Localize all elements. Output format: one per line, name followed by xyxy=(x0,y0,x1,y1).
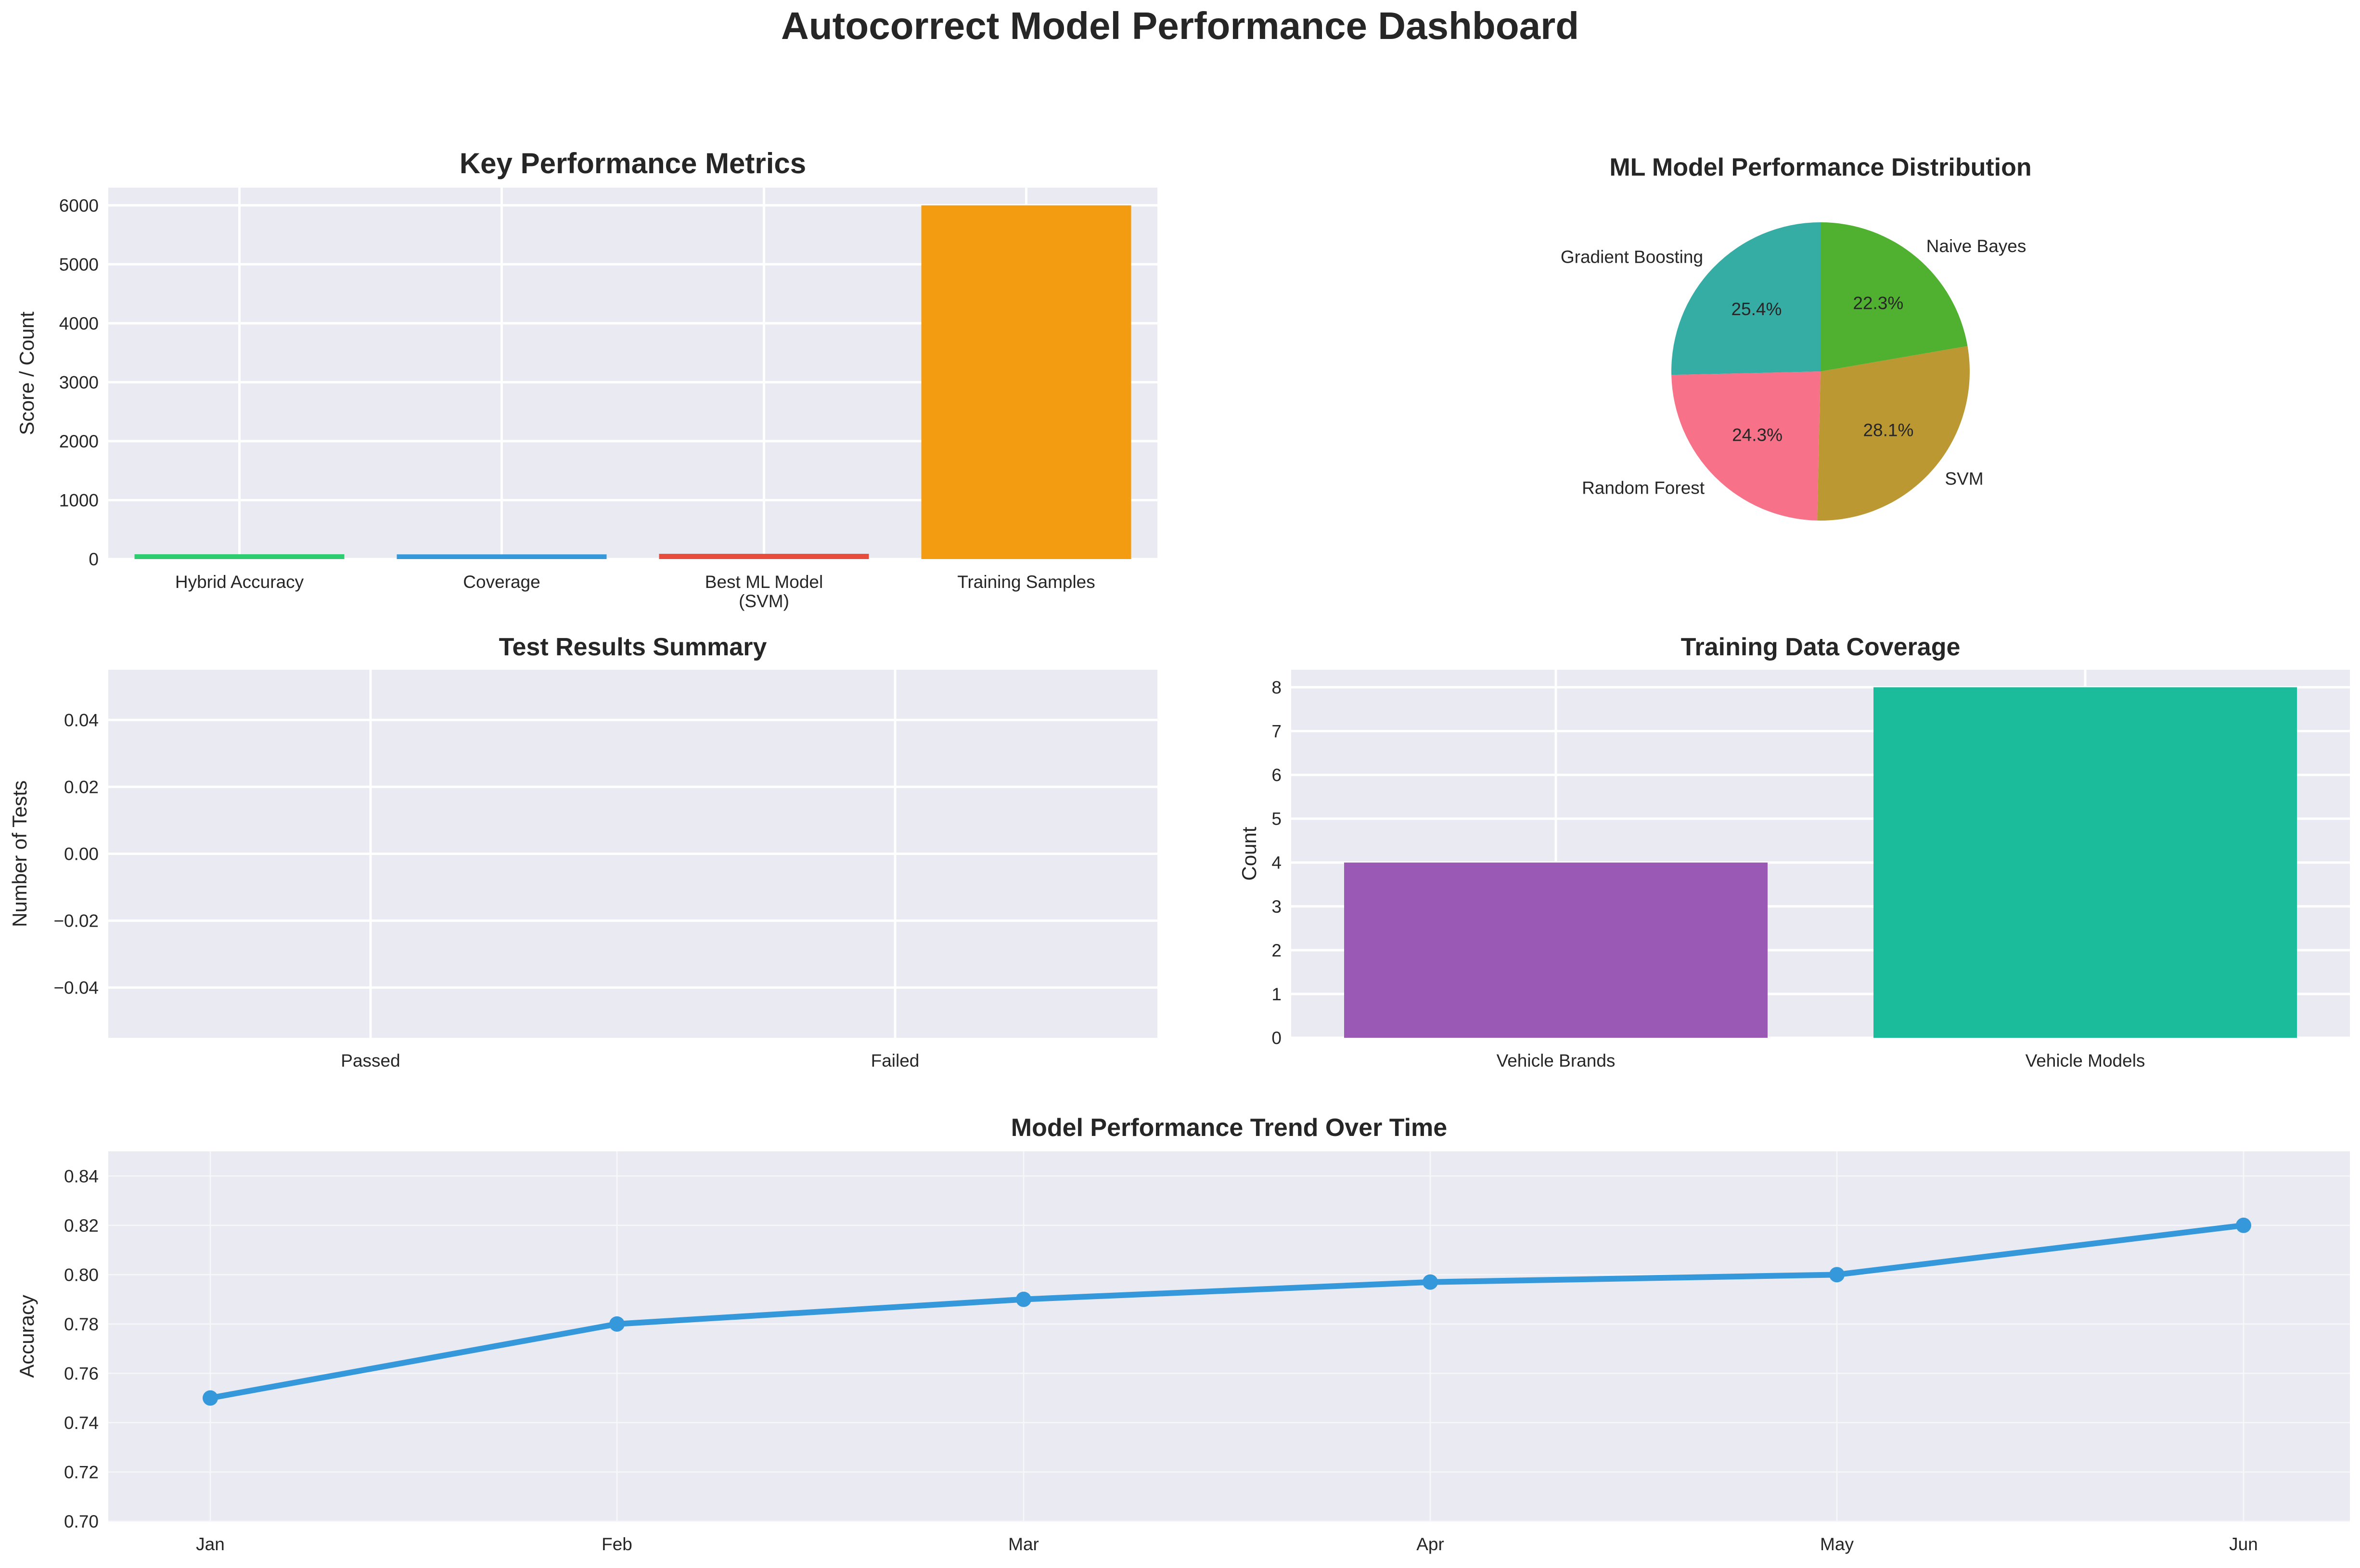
bar xyxy=(659,554,869,559)
y-tick-label: 5000 xyxy=(59,255,99,274)
y-tick-label: −0.04 xyxy=(53,978,99,998)
bar xyxy=(1344,862,1768,1038)
data_coverage-ylabel: Count xyxy=(1238,827,1260,880)
trend-point xyxy=(1423,1274,1438,1290)
y-tick-label: 3000 xyxy=(59,372,99,392)
x-tick-label: Mar xyxy=(1008,1534,1039,1554)
bar xyxy=(134,554,345,559)
x-tick-label: Jan xyxy=(196,1534,225,1554)
y-tick-label: 4000 xyxy=(59,314,99,333)
x-tick-label: Failed xyxy=(871,1051,920,1071)
pie-slice-label: Random Forest xyxy=(1582,478,1705,497)
trend-point xyxy=(203,1390,218,1406)
pie-pct-label: 22.3% xyxy=(1853,293,1903,313)
x-tick-label: Apr xyxy=(1416,1534,1444,1554)
trend-point xyxy=(1016,1291,1031,1307)
data_coverage-panel: 0 1 2 3 4 5 6 7 8 Training Data Coverage Count xyxy=(1238,633,2350,1048)
x-tick-label: Passed xyxy=(341,1051,400,1071)
key_metrics-title: Key Performance Metrics xyxy=(460,147,806,179)
bar xyxy=(397,554,607,559)
y-tick-label: 2000 xyxy=(59,432,99,451)
y-tick-label: 6 xyxy=(1271,765,1282,785)
pie-slice xyxy=(1671,222,1821,375)
key-metrics-chart: 0 1000 2000 3000 4000 5000 6000 Key Performance… xyxy=(8,147,2350,1554)
y-tick-label: 0.72 xyxy=(64,1462,99,1482)
bar xyxy=(1873,687,2297,1038)
y-tick-label: 8 xyxy=(1271,677,1282,697)
ml_distribution-title: ML Model Performance Distribution xyxy=(1609,153,2031,181)
x-tick-label: Coverage xyxy=(463,572,540,592)
y-tick-label: 0.04 xyxy=(64,710,99,730)
y-tick-label: 0 xyxy=(89,549,99,569)
x-tick-label: Jun xyxy=(2229,1534,2258,1554)
pie-pct-label: 28.1% xyxy=(1863,420,1913,440)
bar xyxy=(921,205,1131,559)
x-tick-label: Hybrid Accuracy xyxy=(175,572,304,592)
y-tick-label: 0.84 xyxy=(64,1166,99,1186)
y-tick-label: 0.80 xyxy=(64,1265,99,1285)
y-tick-label: 7 xyxy=(1271,722,1282,741)
ml_distribution-panel: ML Model Performance Distribution 25.4% Gr… xyxy=(1561,153,2032,521)
y-tick-label: 0.74 xyxy=(64,1413,99,1433)
x-tick-label: Vehicle Brands xyxy=(1497,1051,1616,1071)
test_results-panel: −0.04 −0.02 0.00 0.02 0.04 Test Results Summa… xyxy=(8,633,1157,1038)
data_coverage-title: Training Data Coverage xyxy=(1681,633,1961,661)
pie-pct-label: 25.4% xyxy=(1731,299,1782,319)
x-tick-label: Feb xyxy=(602,1534,632,1554)
x-tick-label: Training Samples xyxy=(957,572,1095,592)
x-tick-label: Vehicle Models xyxy=(2026,1051,2145,1071)
trend-point xyxy=(1829,1267,1845,1283)
y-tick-label: 0.00 xyxy=(64,844,99,864)
key_metrics-panel: 0 1000 2000 3000 4000 5000 6000 Key Performance… xyxy=(15,147,1157,569)
trend-title: Model Performance Trend Over Time xyxy=(1011,1114,1447,1142)
y-tick-label: 5 xyxy=(1271,809,1282,829)
x-tick-label: Best ML Model (SVM) xyxy=(705,572,823,611)
y-tick-label: 0.76 xyxy=(64,1364,99,1383)
trend-point xyxy=(609,1316,625,1332)
trend-point xyxy=(2236,1217,2251,1233)
pie-slice-label: Gradient Boosting xyxy=(1561,247,1703,267)
y-tick-label: 0.02 xyxy=(64,777,99,797)
y-tick-label: 4 xyxy=(1271,853,1282,873)
y-tick-label: 0.70 xyxy=(64,1512,99,1531)
y-tick-label: 0 xyxy=(1271,1028,1282,1048)
y-tick-label: 1000 xyxy=(59,490,99,510)
trend-ylabel: Accuracy xyxy=(15,1295,38,1378)
pie-slice-label: SVM xyxy=(1945,469,1983,488)
key_metrics-ylabel: Score / Count xyxy=(15,311,38,435)
trend-plot-area xyxy=(108,1151,2350,1521)
y-tick-label: 2 xyxy=(1271,941,1282,960)
y-tick-label: 3 xyxy=(1271,897,1282,917)
pie-slice-label: Naive Bayes xyxy=(1926,236,2027,256)
y-tick-label: 0.82 xyxy=(64,1216,99,1236)
trend-panel: 0.70 0.72 0.74 0.76 0.78 0.80 0.82 0.84 Jan Feb Ma… xyxy=(15,1114,2350,1554)
test_results-title: Test Results Summary xyxy=(499,633,767,661)
pie-slice xyxy=(1671,371,1821,521)
y-tick-label: −0.02 xyxy=(53,911,99,931)
x-tick-label: May xyxy=(1820,1534,1854,1554)
y-tick-label: 0.78 xyxy=(64,1314,99,1334)
y-tick-label: 6000 xyxy=(59,196,99,216)
y-tick-label: 1 xyxy=(1271,984,1282,1004)
pie-pct-label: 24.3% xyxy=(1732,425,1783,445)
test_results-ylabel: Number of Tests xyxy=(8,780,31,927)
